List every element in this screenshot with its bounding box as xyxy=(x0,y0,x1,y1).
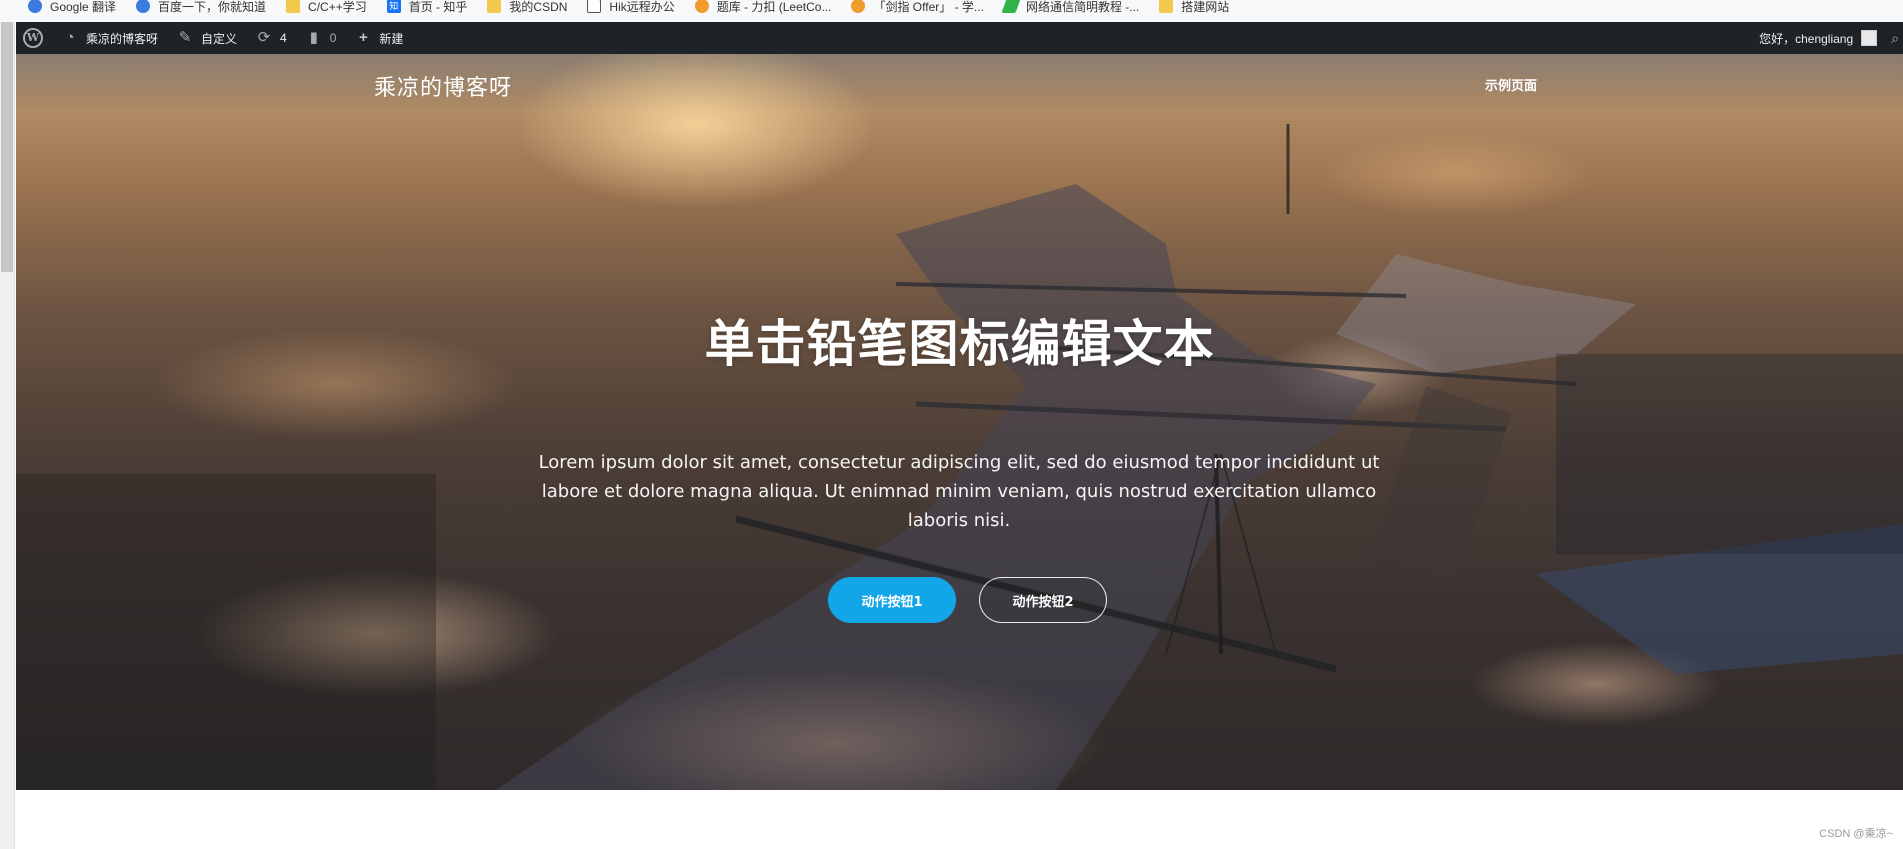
bookmark-baidu[interactable]: 百度一下，你就知道 xyxy=(136,0,266,17)
site-title[interactable]: 乘凉的博客呀 xyxy=(374,70,512,102)
zhihu-icon: 知 xyxy=(386,0,401,13)
hero-headline: 单击铅笔图标编辑文本 xyxy=(704,315,1215,373)
bookmark-label: 我的CSDN xyxy=(509,0,568,14)
bookmark-csdn[interactable]: 我的CSDN xyxy=(487,0,567,17)
action-button-2[interactable]: 动作按钮2 xyxy=(979,577,1107,623)
customize-label: 自定义 xyxy=(201,31,238,46)
new-label: 新建 xyxy=(379,31,404,46)
bookmark-label: Google 翻译 xyxy=(50,0,117,14)
wordpress-icon: W xyxy=(23,28,43,48)
comments-count: 0 xyxy=(329,31,337,45)
bookmark-offer[interactable]: 「剑指 Offer」 - 学... xyxy=(851,0,984,17)
bookmark-cpp[interactable]: C/C++学习 xyxy=(286,0,367,17)
baidu-icon xyxy=(136,0,151,13)
browser-window: Google 翻译 百度一下，你就知道 C/C++学习 知首页 - 知乎 我的C… xyxy=(0,0,1903,849)
search-icon[interactable]: ⌕ xyxy=(1891,30,1899,47)
brush-icon: ✎ xyxy=(178,29,192,46)
site-name-label: 乘凉的博客呀 xyxy=(86,31,159,46)
bookmark-label: 题库 - 力扣 (LeetCo... xyxy=(716,0,832,14)
bookmark-label: 网络通信简明教程 -... xyxy=(1025,0,1140,14)
hero-subtext: Lorem ipsum dolor sit amet, consectetur … xyxy=(538,452,1380,531)
action-button-1[interactable]: 动作按钮1 xyxy=(828,577,956,623)
bookmark-label: 「剑指 Offer」 - 学... xyxy=(873,0,984,14)
bookmark-google-translate[interactable]: Google 翻译 xyxy=(28,0,116,17)
avatar xyxy=(1861,30,1878,46)
updates-count: 4 xyxy=(280,31,287,45)
nav-link-sample-page[interactable]: 示例页面 xyxy=(1485,75,1537,94)
site-name-link[interactable]: ◔ 乘凉的博客呀 xyxy=(52,22,167,54)
bookmark-label: 首页 - 知乎 xyxy=(408,0,468,14)
comment-icon: ▮ xyxy=(309,29,318,46)
bookmark-label: C/C++学习 xyxy=(308,0,367,14)
admin-bar: W ◔ 乘凉的博客呀 ✎ 自定义 ⟳ 4 ▮ 0 + 新建 您好，chengli… xyxy=(16,22,1903,54)
plus-icon: + xyxy=(359,29,368,46)
updates-icon: ⟳ xyxy=(257,29,271,46)
bookmark-network[interactable]: 网络通信简明教程 -... xyxy=(1001,0,1140,17)
folder-icon xyxy=(286,0,301,13)
updates-link[interactable]: ⟳ 4 xyxy=(246,22,296,54)
bookmark-website[interactable]: 搭建网站 xyxy=(1159,0,1229,17)
bookmark-label: Hik远程办公 xyxy=(609,0,675,14)
my-account-link[interactable]: 您好，chengliang xyxy=(1750,22,1878,54)
bookmarks-bar: Google 翻译 百度一下，你就知道 C/C++学习 知首页 - 知乎 我的C… xyxy=(0,0,1903,22)
dashboard-icon: ◔ xyxy=(65,29,75,46)
leetcode-icon xyxy=(851,0,866,13)
wordpress-logo-button[interactable]: W xyxy=(16,22,52,54)
vertical-scrollbar[interactable] xyxy=(0,22,15,849)
admin-bar-right: 您好，chengliang ⌕ xyxy=(1750,22,1903,54)
watermark-text: CSDN @乘凉~ xyxy=(1819,828,1893,840)
bookmark-hik[interactable]: Hik远程办公 xyxy=(587,0,675,17)
leetcode-icon xyxy=(694,0,709,13)
scrollbar-thumb[interactable] xyxy=(1,22,13,272)
bookmark-label: 百度一下，你就知道 xyxy=(158,0,267,14)
document-icon xyxy=(587,0,602,13)
google-translate-icon xyxy=(28,0,42,13)
hero-section: 乘凉的博客呀 示例页面 单击铅笔图标编辑文本 Lorem ipsum dolor… xyxy=(16,54,1903,790)
bookmark-zhihu[interactable]: 知首页 - 知乎 xyxy=(386,0,468,17)
folder-icon xyxy=(1159,0,1174,13)
comments-link[interactable]: ▮ 0 xyxy=(296,22,346,54)
leaf-icon xyxy=(1001,0,1021,13)
customize-link[interactable]: ✎ 自定义 xyxy=(167,22,246,54)
folder-icon xyxy=(487,0,502,13)
bookmark-label: 搭建网站 xyxy=(1181,0,1230,14)
hero-background-image xyxy=(16,124,1903,790)
new-content-link[interactable]: + 新建 xyxy=(345,22,412,54)
greeting-label: 您好，chengliang xyxy=(1759,31,1854,46)
bookmark-leetcode[interactable]: 题库 - 力扣 (LeetCo... xyxy=(694,0,832,17)
